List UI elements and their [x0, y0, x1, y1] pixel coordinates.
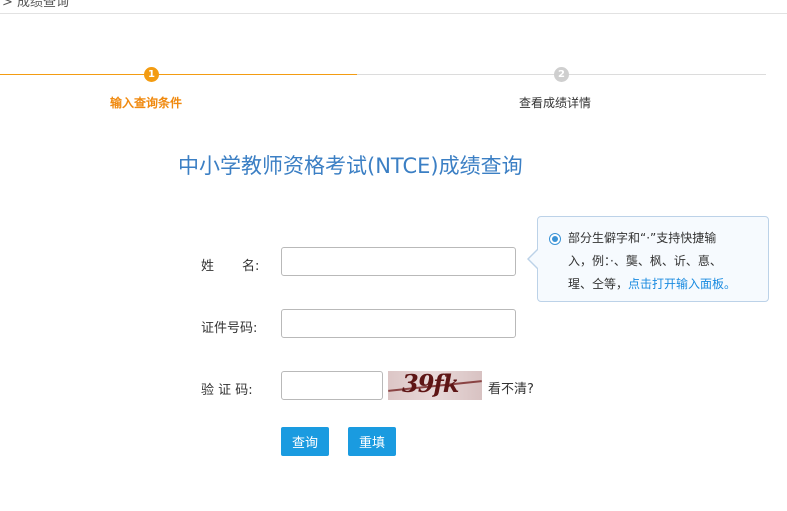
radio-bullet-icon: [549, 233, 561, 245]
tip-line-1: 部分生僻字和“·”支持快捷输: [568, 231, 717, 245]
page-title: 中小学教师资格考试(NTCE)成绩查询: [178, 154, 523, 178]
query-button[interactable]: 查询: [281, 427, 329, 456]
step-line-active: [0, 74, 357, 75]
captcha-image[interactable]: 39fk: [388, 371, 482, 400]
reset-button[interactable]: 重填: [348, 427, 396, 456]
tip-line-2: 入，例：·、龑、枫、䜣、惪、: [568, 254, 722, 268]
id-number-input[interactable]: [281, 309, 516, 338]
captcha-label: 验 证 码:: [201, 383, 253, 398]
step-2-indicator: 2: [554, 67, 569, 82]
breadcrumb: > 成绩查询: [2, 0, 70, 10]
open-input-panel-link[interactable]: 点击打开输入面板。: [628, 277, 736, 291]
refresh-captcha-link[interactable]: 看不清?: [488, 378, 534, 397]
captcha-input[interactable]: [281, 371, 383, 400]
top-bar: > 成绩查询: [0, 0, 787, 14]
progress-steps: 1 2 输入查询条件 查看成绩详情: [0, 64, 787, 114]
step-2-label: 查看成绩详情: [519, 96, 592, 110]
tip-arrow-inner: [529, 249, 539, 269]
name-input[interactable]: [281, 247, 516, 276]
tip-line-3: 瑆、仝等，点击打开输入面板。: [568, 277, 737, 291]
name-label: 姓名:: [201, 259, 260, 274]
step-1-label: 输入查询条件: [110, 96, 183, 110]
id-number-label: 证件号码:: [201, 321, 258, 336]
step-1-indicator: 1: [144, 67, 159, 82]
captcha-text: 39fk: [402, 371, 459, 398]
input-tip-box: 部分生僻字和“·”支持快捷输 入，例：·、龑、枫、䜣、惪、 瑆、仝等，点击打开输…: [537, 216, 769, 302]
